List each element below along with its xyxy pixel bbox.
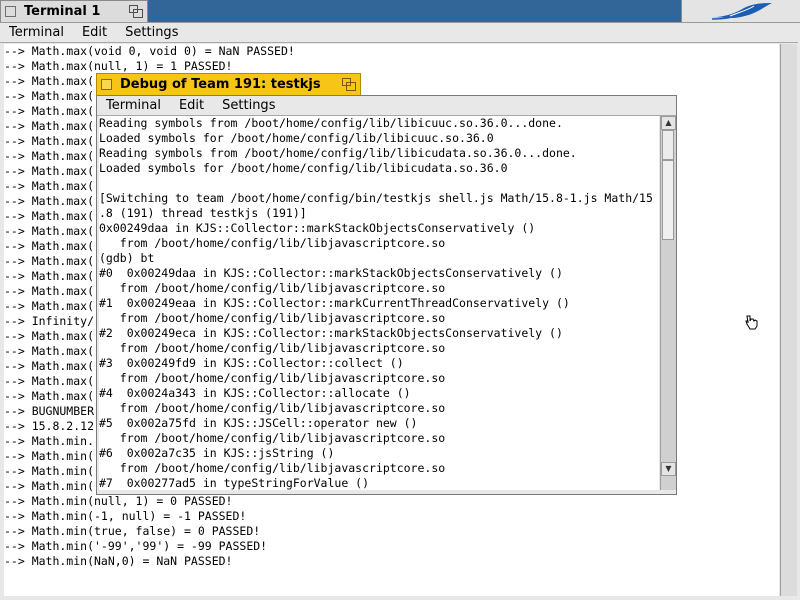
debug-line: (gdb) bt: [99, 251, 155, 265]
debug-line: from /boot/home/config/lib/libjavascript…: [99, 461, 446, 475]
debug-line: .8 (191) thread testkjs (191)]: [99, 206, 307, 220]
terminal-line: --> Math.min('-99','99') = -99 PASSED!: [4, 539, 268, 553]
main-window-tab[interactable]: Terminal 1: [0, 0, 148, 22]
debug-window-tab[interactable]: Debug of Team 191: testkjs: [96, 73, 361, 95]
debug-line: #2 0x00249eca in KJS::Collector::markSta…: [99, 326, 563, 340]
debug-line: #5 0x002a75fd in KJS::JSCell::operator n…: [99, 416, 418, 430]
debug-line: Loaded symbols for /boot/home/config/lib…: [99, 131, 494, 145]
debug-line: [99, 176, 659, 191]
debug-line: from /boot/home/config/lib/libjavascript…: [99, 371, 446, 385]
debug-line: 0x00249daa in KJS::Collector::markStackO…: [99, 221, 536, 235]
debug-line: #0 0x00249daa in KJS::Collector::markSta…: [99, 266, 563, 280]
debug-line: from /boot/home/config/lib/libjavascript…: [99, 236, 446, 250]
debug-line: from /boot/home/config/lib/libjavascript…: [99, 311, 446, 325]
terminal-line: --> Math.min(true, false) = 0 PASSED!: [4, 524, 261, 538]
leaf-feather-icon[interactable]: [682, 0, 800, 22]
debug-line: #1 0x00249eaa in KJS::Collector::markCur…: [99, 296, 570, 310]
debug-terminal-window: Terminal Edit Settings Reading symbols f…: [96, 95, 677, 495]
menu-settings[interactable]: Settings: [213, 98, 284, 113]
terminal-line: --> Math.min(-1, null) = -1 PASSED!: [4, 509, 247, 523]
debug-line: #3 0x00249fd9 in KJS::Collector::collect…: [99, 356, 404, 370]
vertical-scrollbar[interactable]: ▲ ▼: [660, 116, 676, 490]
terminal-line: --> Math.max(void 0, void 0) = NaN PASSE…: [4, 44, 295, 58]
scroll-down-arrow-icon[interactable]: ▼: [661, 462, 676, 476]
debug-line: Reading symbols from /boot/home/config/l…: [99, 146, 577, 160]
debug-line: #7 0x00277ad5 in typeStringForValue (): [99, 476, 370, 490]
debug-line: from /boot/home/config/lib/libjavascript…: [99, 431, 446, 445]
close-box-icon[interactable]: [5, 6, 16, 17]
menu-settings[interactable]: Settings: [116, 25, 187, 40]
debug-line: Loaded symbols for /boot/home/config/lib…: [99, 161, 508, 175]
debug-line: from /boot/home/config/lib/libjavascript…: [99, 341, 446, 355]
hand-pointer-icon: [745, 315, 758, 330]
vertical-scrollbar[interactable]: [780, 44, 797, 596]
terminal-line: --> Math.min(NaN,0) = NaN PASSED!: [4, 554, 233, 568]
menu-terminal[interactable]: Terminal: [97, 98, 170, 113]
main-menubar: Terminal Edit Settings: [0, 23, 798, 43]
debug-terminal-output[interactable]: Reading symbols from /boot/home/config/l…: [99, 116, 659, 490]
terminal-line: --> Math.min(null, 1) = 0 PASSED!: [4, 494, 233, 508]
terminal-line: --> Math.max(null, 1) = 1 PASSED!: [4, 59, 233, 73]
deskbar[interactable]: [681, 0, 800, 22]
close-box-icon[interactable]: [101, 79, 112, 90]
debug-line: #4 0x0024a343 in KJS::Collector::allocat…: [99, 386, 411, 400]
debug-line: from /boot/home/config/lib/libjavascript…: [99, 401, 446, 415]
debug-line: Reading symbols from /boot/home/config/l…: [99, 116, 563, 130]
scroll-up-arrow-icon[interactable]: ▲: [661, 116, 676, 130]
debug-line: [Switching to team /boot/home/config/bin…: [99, 191, 653, 205]
debug-line: #6 0x002a7c35 in KJS::jsString (): [99, 446, 335, 460]
scrollbar-thumb[interactable]: [662, 130, 674, 160]
window-title: Debug of Team 191: testkjs: [120, 77, 321, 92]
menu-edit[interactable]: Edit: [73, 25, 116, 40]
debug-menubar: Terminal Edit Settings: [97, 96, 676, 116]
menu-terminal[interactable]: Terminal: [0, 25, 73, 40]
debug-line: from /boot/home/config/lib/libjavascript…: [99, 281, 446, 295]
zoom-box-icon[interactable]: [342, 78, 356, 91]
zoom-box-icon[interactable]: [129, 5, 143, 18]
scrollbar-proportion[interactable]: [662, 160, 674, 240]
window-title: Terminal 1: [24, 4, 101, 19]
menu-edit[interactable]: Edit: [170, 98, 213, 113]
